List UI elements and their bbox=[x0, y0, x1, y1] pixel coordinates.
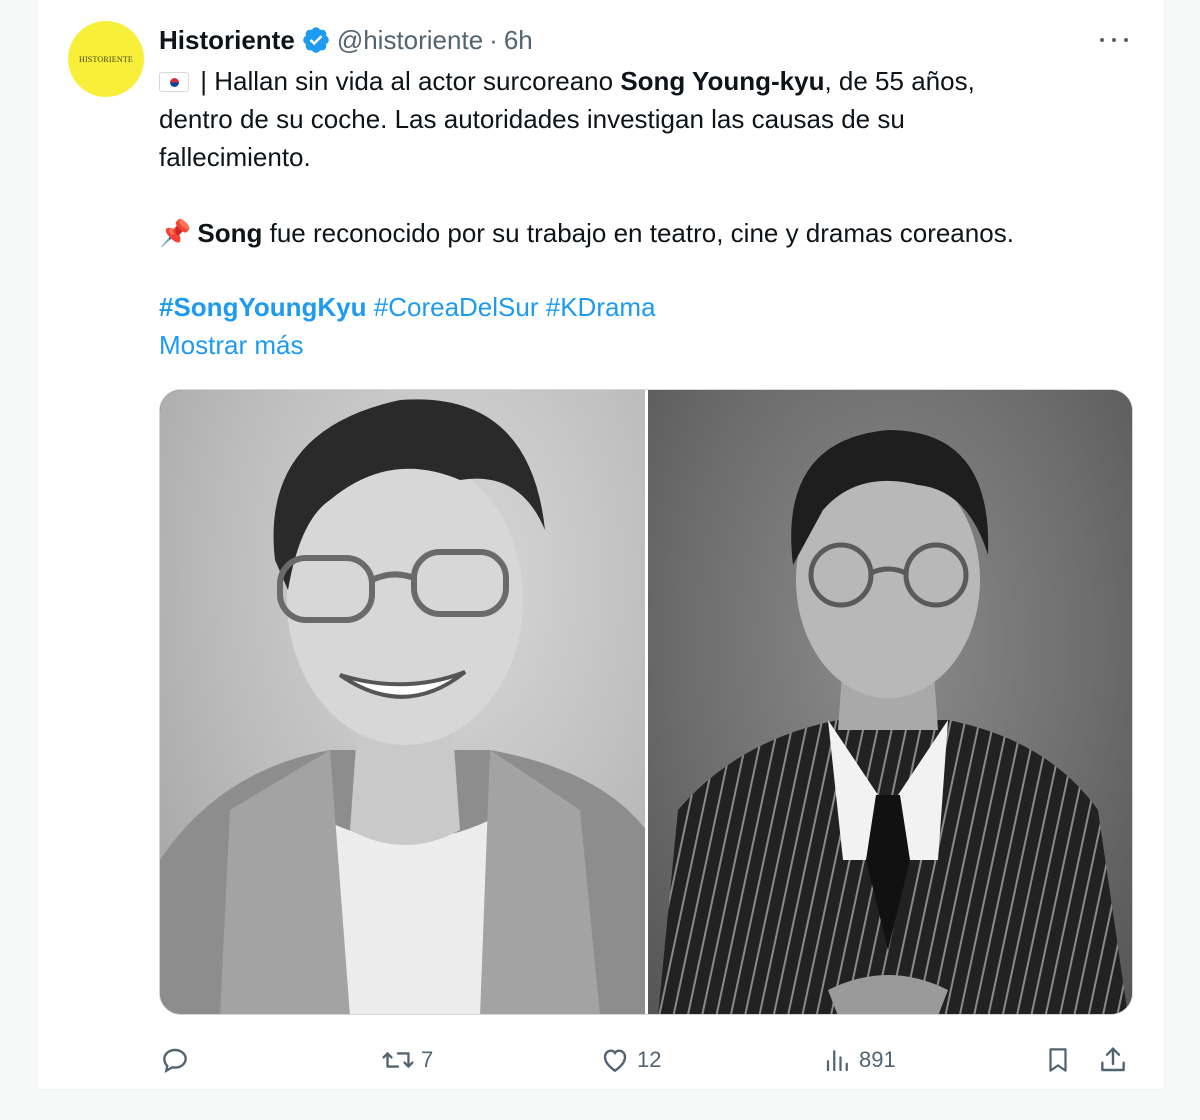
actor-photo-smiling[interactable] bbox=[160, 390, 645, 1014]
avatar[interactable]: HISTORIENTE bbox=[68, 21, 144, 97]
portrait-illustration-left bbox=[160, 399, 645, 1014]
separator-dot: · bbox=[489, 24, 498, 55]
like-count: 12 bbox=[637, 1047, 662, 1072]
text-part-1: | Hallan sin vida al actor surcoreano bbox=[193, 66, 621, 96]
author-name[interactable]: Historiente bbox=[159, 25, 295, 56]
show-more-link[interactable]: Mostrar más bbox=[159, 326, 303, 364]
like-button[interactable]: 12 bbox=[599, 1038, 661, 1082]
bookmark-icon bbox=[1049, 1048, 1067, 1072]
pushpin-icon: 📌 bbox=[159, 218, 192, 248]
verified-badge-icon bbox=[303, 27, 329, 53]
reply-button[interactable] bbox=[159, 1038, 197, 1082]
retweet-count: 7 bbox=[421, 1047, 434, 1072]
reply-icon bbox=[163, 1048, 187, 1073]
like-icon bbox=[603, 1049, 627, 1073]
avatar-logo-text: HISTORIENTE bbox=[78, 54, 134, 64]
hashtag-link[interactable]: #CoreaDelSur bbox=[374, 292, 539, 322]
bookmark-button[interactable] bbox=[1043, 1038, 1073, 1082]
author-handle[interactable]: @historiente bbox=[337, 25, 483, 56]
action-bar: 7 12 891 bbox=[159, 1038, 1133, 1082]
hashtag-row: #SongYoungKyu #CoreaDelSur #KDrama bbox=[159, 288, 656, 326]
south-korea-flag-icon bbox=[159, 72, 189, 92]
retweet-icon bbox=[382, 1052, 414, 1068]
views-count: 891 bbox=[859, 1047, 896, 1072]
text-part-3: fue reconocido por su trabajo en teatro,… bbox=[262, 218, 1014, 248]
hashtag-link[interactable]: #KDrama bbox=[546, 292, 656, 322]
text-bold-name: Song Young-kyu bbox=[620, 66, 825, 96]
views-button[interactable]: 891 bbox=[823, 1038, 896, 1082]
views-icon bbox=[826, 1050, 848, 1072]
timestamp[interactable]: 6h bbox=[504, 25, 533, 56]
tweet-text: | Hallan sin vida al actor surcoreano So… bbox=[159, 62, 1149, 252]
retweet-button[interactable]: 7 bbox=[381, 1038, 433, 1082]
more-options-icon[interactable] bbox=[1096, 26, 1132, 54]
hashtag-link[interactable]: #SongYoungKyu bbox=[159, 292, 367, 322]
media-grid[interactable] bbox=[159, 389, 1133, 1015]
share-button[interactable] bbox=[1097, 1038, 1129, 1082]
tweet-card[interactable]: HISTORIENTE Historiente @historiente · 6… bbox=[37, 0, 1165, 1090]
text-bold-song: Song bbox=[197, 218, 263, 248]
portrait-illustration-right bbox=[658, 430, 1128, 1014]
tweet-header: Historiente @historiente · 6h bbox=[159, 24, 533, 56]
actor-photo-suit[interactable] bbox=[645, 390, 1132, 1014]
share-icon bbox=[1101, 1047, 1125, 1072]
